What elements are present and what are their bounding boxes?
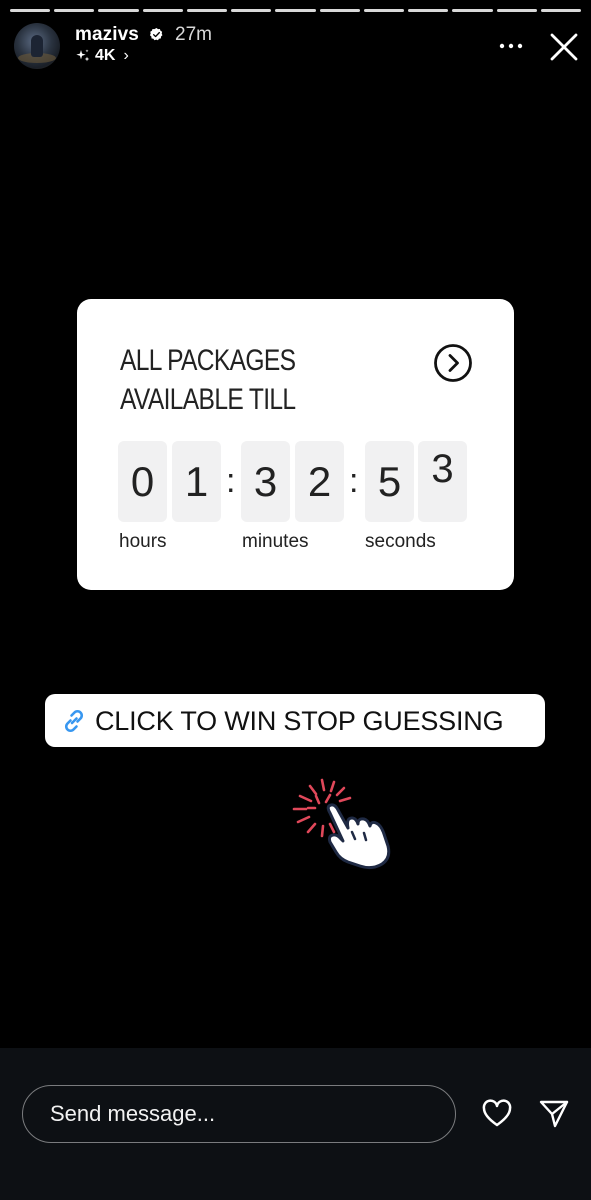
minutes-digit-1: 3 <box>241 441 290 522</box>
story-progress-bar <box>10 9 582 12</box>
progress-segment <box>408 9 449 12</box>
close-icon[interactable] <box>548 31 580 63</box>
username[interactable]: mazivs <box>75 24 139 46</box>
progress-segment <box>319 9 360 12</box>
quality-label: 4K <box>95 47 116 64</box>
progress-segment <box>231 9 272 12</box>
seconds-digit-1: 5 <box>365 441 414 522</box>
minutes-label: minutes <box>242 531 309 552</box>
tap-hand-icon <box>292 778 391 870</box>
link-label: CLICK TO WIN STOP GUESSING <box>95 706 504 736</box>
hours-digit-1: 0 <box>118 441 167 522</box>
story-viewport[interactable]: mazivs 27m 4K › ALL PACKAGES AVAILABLE T… <box>0 0 591 1048</box>
progress-segment <box>186 9 228 12</box>
chevron-circle-right-icon[interactable] <box>433 343 473 383</box>
verified-badge-icon <box>149 27 163 41</box>
hours-label: hours <box>119 531 167 552</box>
progress-segment <box>98 9 139 12</box>
more-icon[interactable] <box>497 34 525 58</box>
send-icon[interactable] <box>538 1098 570 1130</box>
seconds-digit-2: 3 <box>418 441 467 522</box>
progress-segment <box>363 9 405 12</box>
progress-segment <box>452 9 493 12</box>
link-sticker[interactable]: CLICK TO WIN STOP GUESSING <box>45 694 545 747</box>
separator: : <box>226 462 236 500</box>
profile-avatar[interactable] <box>14 23 60 69</box>
countdown-title: ALL PACKAGES AVAILABLE TILL <box>120 344 296 416</box>
chevron-right-icon: › <box>123 47 129 64</box>
sparkle-icon <box>76 49 90 62</box>
quality-selector[interactable]: 4K › <box>75 47 129 65</box>
hours-digit-2: 1 <box>172 441 221 522</box>
progress-segment <box>540 9 582 12</box>
link-icon <box>64 709 84 733</box>
progress-segment <box>10 9 51 12</box>
send-message-input[interactable] <box>22 1085 456 1143</box>
heart-icon[interactable] <box>481 1098 513 1130</box>
progress-segment <box>496 9 537 12</box>
countdown-sticker[interactable]: ALL PACKAGES AVAILABLE TILL 0 1 : 3 2 : … <box>77 299 514 590</box>
separator: : <box>349 462 359 500</box>
seconds-label: seconds <box>365 531 436 552</box>
post-time: 27m <box>175 24 212 45</box>
minutes-digit-2: 2 <box>295 441 344 522</box>
progress-segment <box>142 9 183 12</box>
progress-segment <box>275 9 316 12</box>
progress-segment <box>54 9 95 12</box>
